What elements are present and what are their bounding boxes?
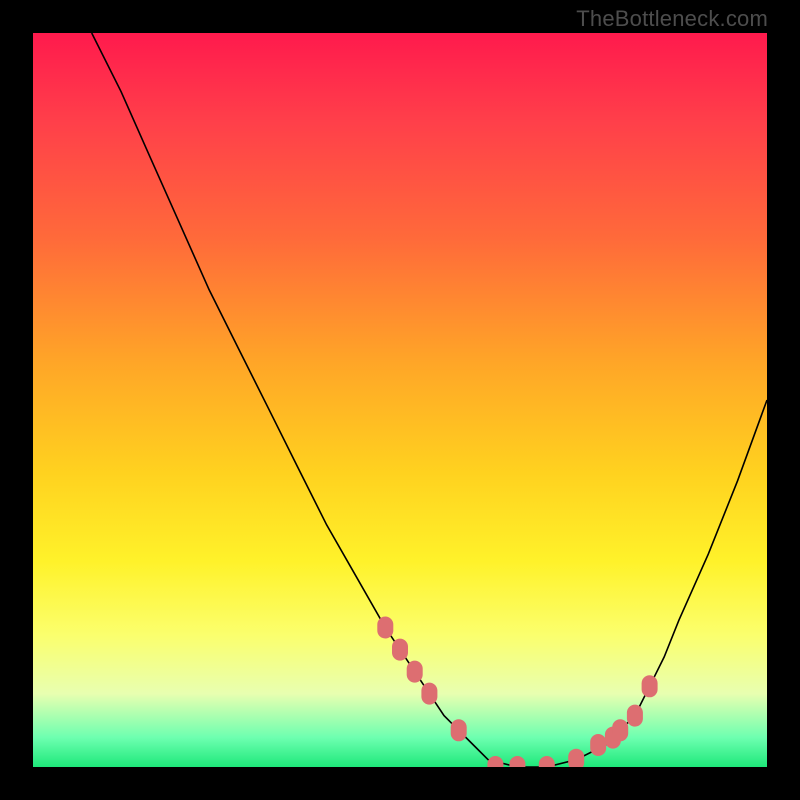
curve-marker <box>509 756 525 767</box>
curve-marker <box>568 749 584 767</box>
curve-marker <box>392 639 408 661</box>
curve-marker <box>539 756 555 767</box>
curve-marker <box>421 683 437 705</box>
watermark-text: TheBottleneck.com <box>576 6 768 32</box>
curve-marker <box>642 675 658 697</box>
curve-marker <box>377 617 393 639</box>
curve-marker <box>590 734 606 756</box>
chart-stage: TheBottleneck.com <box>0 0 800 800</box>
plot-area <box>33 33 767 767</box>
marker-group <box>377 617 657 768</box>
curve-marker <box>627 705 643 727</box>
curve-marker <box>407 661 423 683</box>
bottleneck-curve <box>92 33 767 767</box>
curve-marker <box>612 719 628 741</box>
curve-svg <box>33 33 767 767</box>
curve-marker <box>487 756 503 767</box>
curve-marker <box>451 719 467 741</box>
